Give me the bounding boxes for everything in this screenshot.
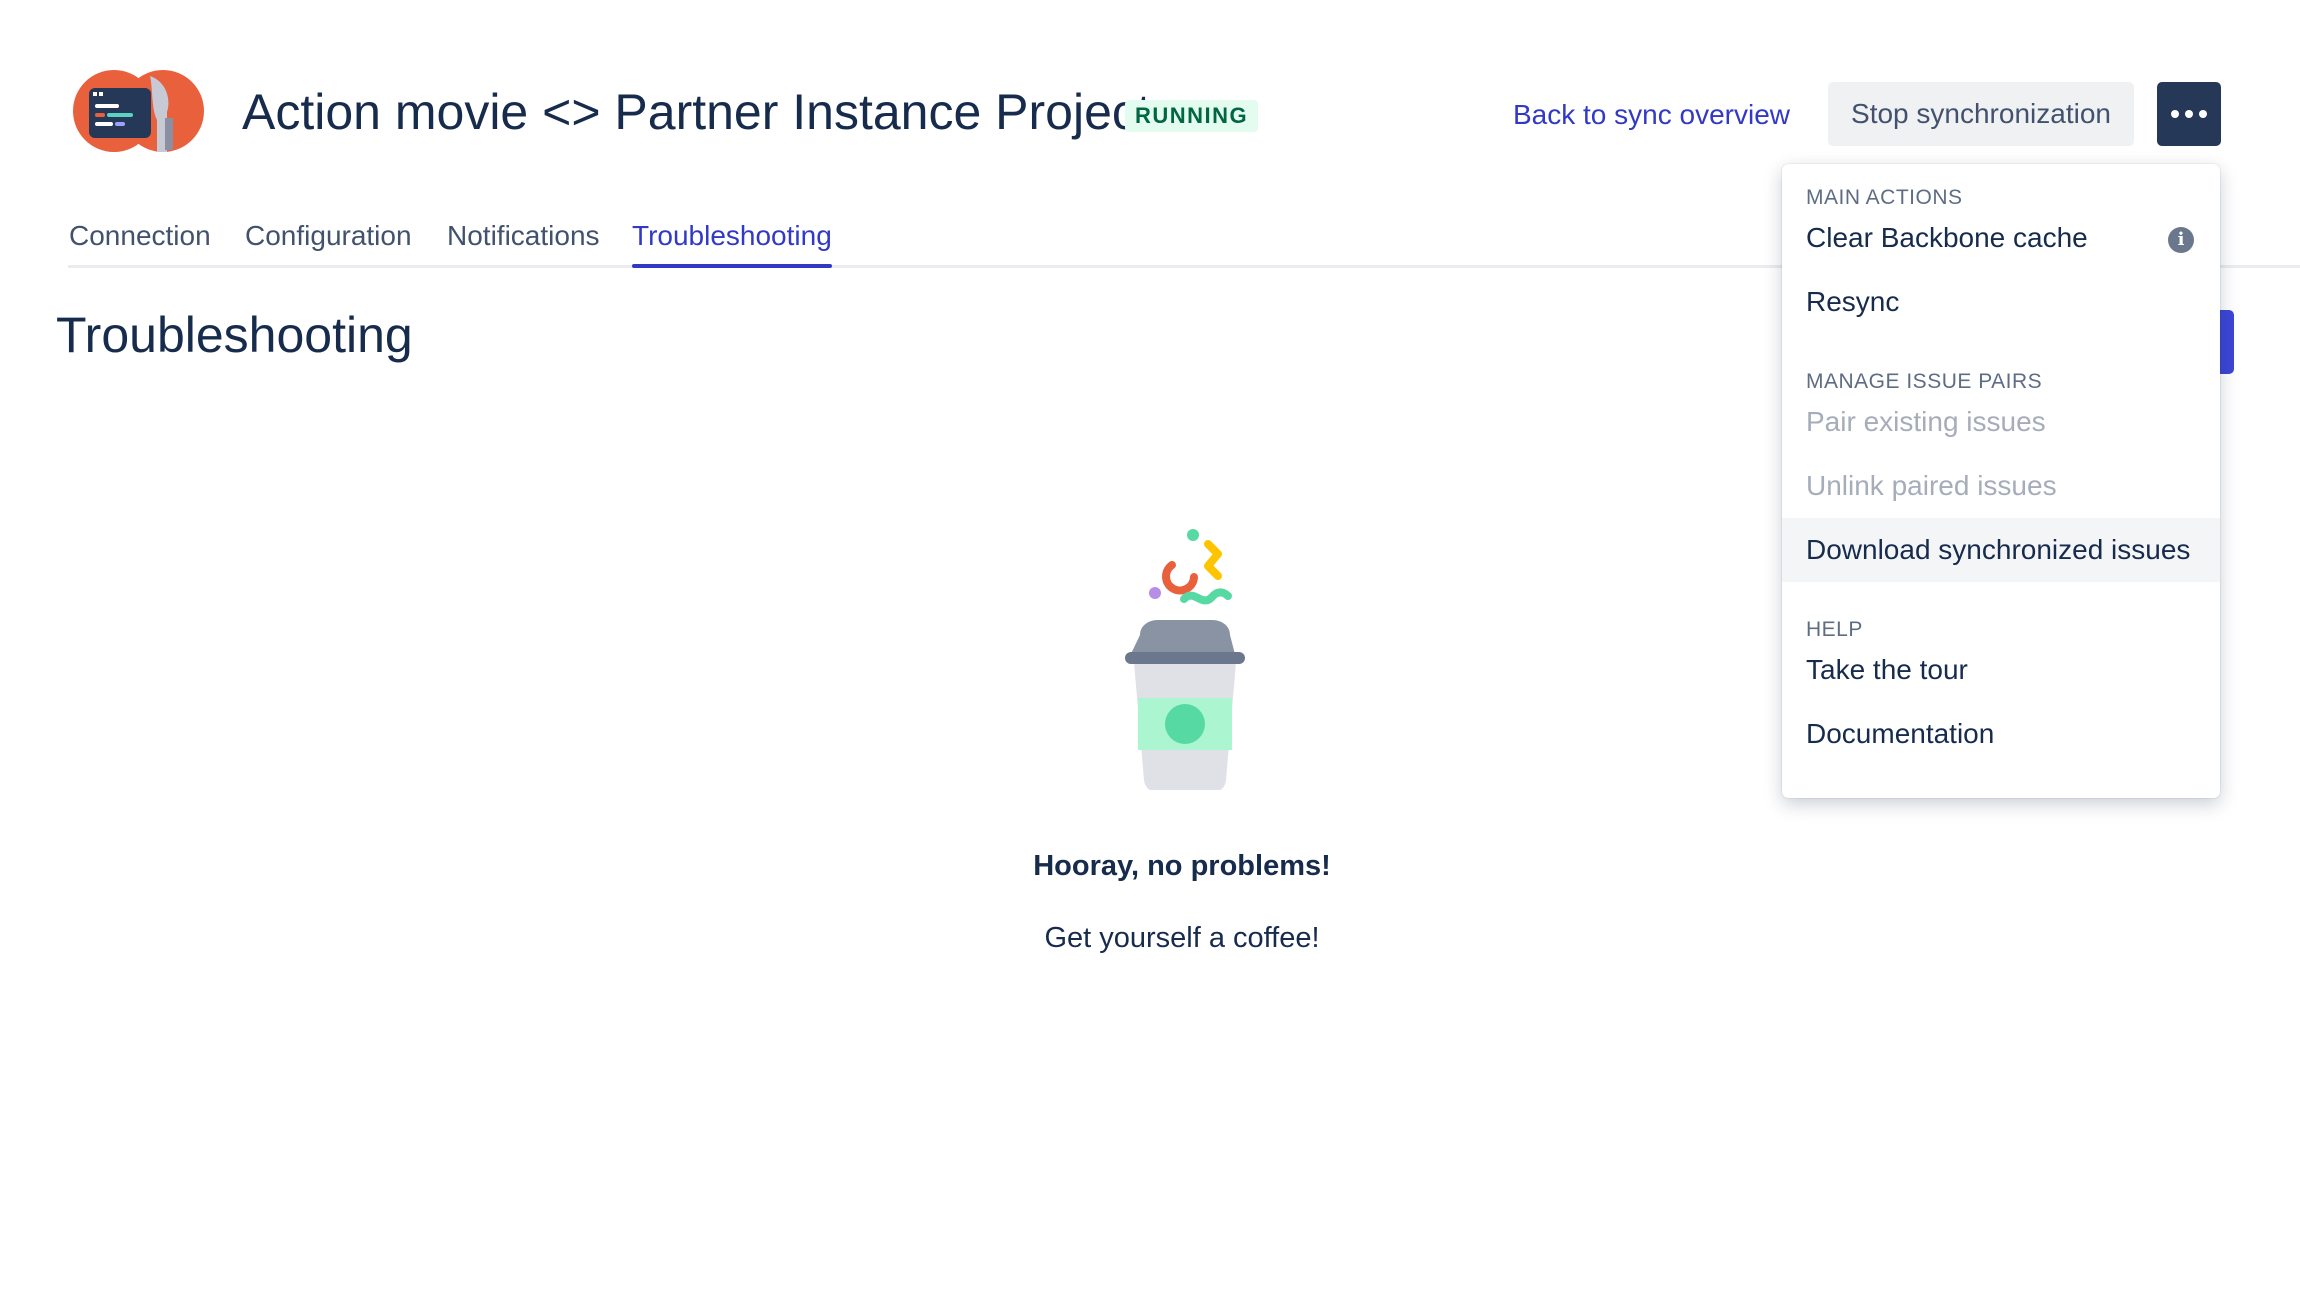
app-logo-icon (73, 70, 204, 152)
empty-state-subtitle: Get yourself a coffee! (1044, 922, 1320, 954)
menu-item-unlink-paired-issues: Unlink paired issues (1806, 470, 2057, 501)
tab-notifications[interactable]: Notifications (447, 218, 600, 254)
tab-configuration[interactable]: Configuration (245, 218, 412, 254)
empty-state-title: Hooray, no problems! (1033, 850, 1331, 882)
more-actions-menu: MAIN ACTIONS Clear Backbone cache i Resy… (1782, 164, 2220, 798)
menu-item-resync[interactable]: Resync (1782, 270, 2220, 334)
info-icon[interactable]: i (2168, 227, 2194, 253)
more-actions-button[interactable] (2157, 82, 2221, 146)
tab-troubleshooting[interactable]: Troubleshooting (632, 218, 832, 254)
page-title: Troubleshooting (56, 307, 413, 363)
menu-item-take-the-tour[interactable]: Take the tour (1782, 638, 2220, 702)
page-header-title: Action movie <> Partner Instance Project (242, 84, 1151, 140)
active-tab-indicator (632, 264, 832, 268)
more-horizontal-icon (2185, 110, 2193, 118)
coffee-cup-illustration (1125, 529, 1245, 790)
stop-synchronization-button[interactable]: Stop synchronization (1828, 82, 2134, 146)
menu-item-pair-existing-issues: Pair existing issues (1806, 406, 2046, 437)
status-badge: RUNNING (1125, 100, 1259, 132)
back-to-sync-overview-link[interactable]: Back to sync overview (1513, 97, 1790, 133)
more-horizontal-icon (2199, 110, 2207, 118)
menu-item-clear-backbone-cache[interactable]: Clear Backbone cache i (1782, 206, 2220, 270)
tab-connection[interactable]: Connection (69, 218, 211, 254)
menu-item-download-synchronized-issues[interactable]: Download synchronized issues (1782, 518, 2220, 582)
more-horizontal-icon (2171, 110, 2179, 118)
menu-item-label: Clear Backbone cache (1806, 222, 2088, 253)
menu-item-documentation[interactable]: Documentation (1782, 702, 2220, 766)
